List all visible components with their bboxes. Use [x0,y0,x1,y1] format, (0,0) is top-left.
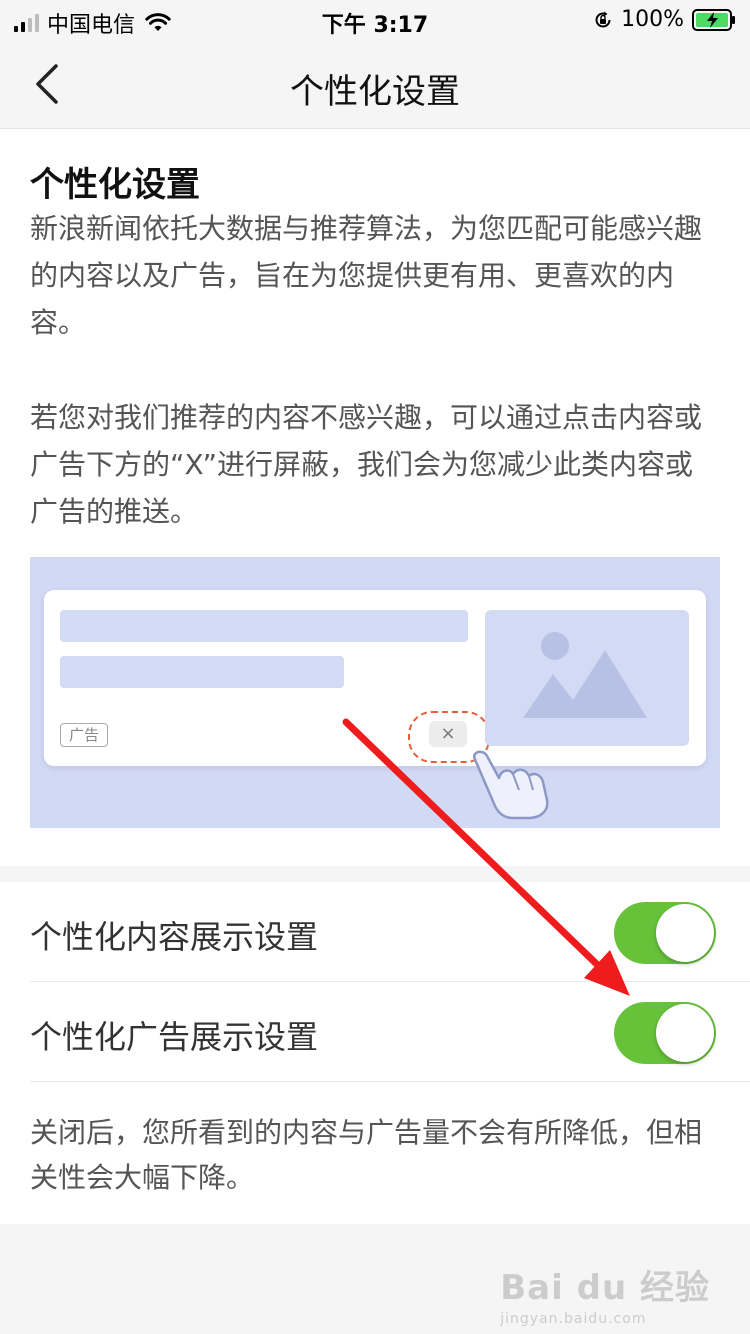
toggle-knob [656,1004,714,1062]
toggle-knob [656,904,714,962]
setting-row-ads: 个性化广告展示设置 [30,982,750,1082]
battery-charging-icon [692,8,735,31]
watermark-main: Bai du 经验 [500,1268,710,1308]
illustration: 广告 × [30,557,720,828]
ad-tag: 广告 [60,723,108,747]
status-right: 100% [593,7,736,32]
ad-personalization-toggle[interactable] [614,1002,716,1064]
tap-hand-icon [473,750,549,820]
status-bar: 中国电信 下午 3:17 100% [0,0,750,40]
sample-feed-card: 广告 × [44,590,706,766]
section-title: 个性化设置 [30,165,200,205]
orientation-lock-icon [595,11,611,27]
placeholder-line [60,610,468,642]
watermark-sub: jingyan.baidu.com [500,1311,647,1327]
setting-label: 个性化广告展示设置 [30,1018,319,1056]
content-personalization-toggle[interactable] [614,902,716,964]
settings-section: 个性化内容展示设置 个性化广告展示设置 关闭后，您所看到的内容与广告量不会有所降… [0,882,750,1224]
battery-percent: 100% [621,7,684,32]
image-icon [523,632,647,718]
setting-row-content: 个性化内容展示设置 [30,882,750,982]
thumbnail-placeholder [485,610,689,746]
intro-section: 个性化设置 新浪新闻依托大数据与推荐算法，为您匹配可能感兴趣的内容以及广告，旨在… [0,129,750,866]
nav-bar: 个性化设置 [0,40,750,129]
intro-paragraph-2: 若您对我们推荐的内容不感兴趣，可以通过点击内容或广告下方的“X”进行屏蔽，我们会… [30,401,703,528]
page-title: 个性化设置 [290,72,460,112]
settings-note: 关闭后，您所看到的内容与广告量不会有所降低，但相关性会大幅下降。 [30,1116,703,1194]
placeholder-line [60,656,344,688]
dismiss-icon: × [429,721,467,747]
setting-label: 个性化内容展示设置 [30,918,319,956]
intro-paragraph-1: 新浪新闻依托大数据与推荐算法，为您匹配可能感兴趣的内容以及广告，旨在为您提供更有… [30,212,703,339]
watermark-logo: Bai du 经验 jingyan.baidu.com [500,1260,710,1327]
